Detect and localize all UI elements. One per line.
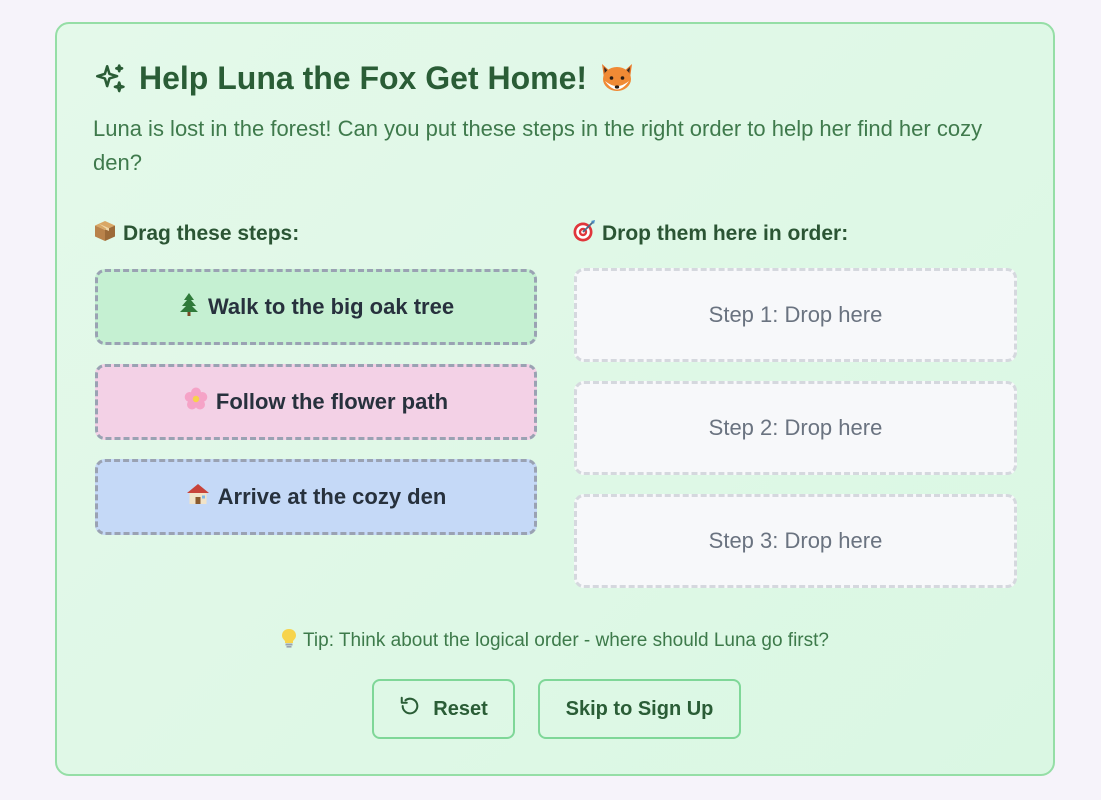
drag-section-text: Drag these steps: — [123, 221, 300, 245]
reset-button[interactable]: Reset — [372, 679, 515, 739]
drop-section-label: Drop them here in order: — [572, 219, 848, 248]
step-card-cozy-den[interactable]: Arrive at the cozy den — [95, 459, 537, 535]
page-title: Help Luna the Fox Get Home! — [93, 60, 635, 97]
drag-section-label: Drag these steps: — [93, 219, 299, 248]
tree-icon — [178, 292, 200, 322]
reset-label: Reset — [433, 697, 488, 720]
title-text: Help Luna the Fox Get Home! — [139, 60, 588, 96]
sparkles-icon — [93, 62, 127, 96]
step-label: Follow the flower path — [215, 389, 449, 414]
step-label: Arrive at the cozy den — [217, 484, 447, 509]
drop-slot-label: Step 3: Drop here — [708, 528, 883, 553]
skip-to-sign-up-button[interactable]: Skip to Sign Up — [538, 679, 741, 739]
step-card-flower-path[interactable]: Follow the flower path — [95, 364, 537, 440]
drop-slot-label: Step 2: Drop here — [708, 415, 883, 440]
drop-section-text: Drop them here in order: — [602, 221, 849, 245]
fox-icon — [599, 62, 635, 96]
package-icon — [93, 219, 117, 248]
house-icon — [186, 482, 210, 512]
skip-label: Skip to Sign Up — [565, 697, 714, 720]
step-card-oak-tree[interactable]: Walk to the big oak tree — [95, 269, 537, 345]
drop-slot-2[interactable]: Step 2: Drop here — [574, 381, 1017, 475]
lightbulb-icon — [281, 628, 297, 653]
drop-slot-3[interactable]: Step 3: Drop here — [574, 494, 1017, 588]
page-subtitle: Luna is lost in the forest! Can you put … — [93, 116, 983, 175]
flower-icon — [184, 387, 208, 417]
drop-slot-label: Step 1: Drop here — [708, 302, 883, 327]
target-icon — [572, 219, 596, 248]
reset-icon — [399, 695, 421, 723]
puzzle-card: Help Luna the Fox Get Home! Luna is lost… — [55, 22, 1055, 776]
tip-text: Tip: Think about the logical order - whe… — [57, 628, 1053, 653]
tip-label: Tip: Think about the logical order - whe… — [303, 629, 829, 651]
drop-slot-1[interactable]: Step 1: Drop here — [574, 268, 1017, 362]
step-label: Walk to the big oak tree — [207, 294, 455, 319]
